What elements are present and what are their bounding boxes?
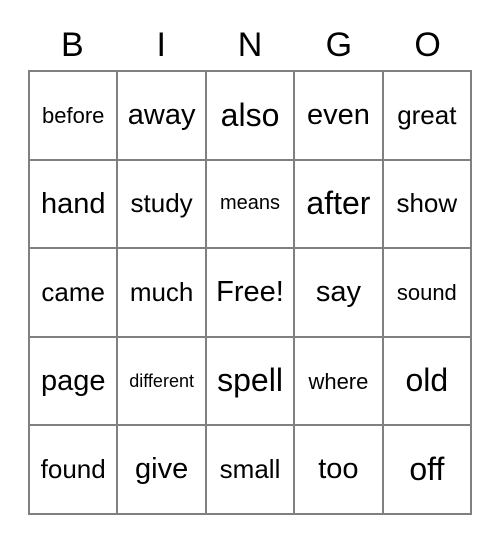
bingo-cell[interactable]: say xyxy=(295,249,384,338)
bingo-cell-label: found xyxy=(40,454,106,485)
bingo-cell[interactable]: hand xyxy=(30,160,119,250)
bingo-cell-label: after xyxy=(306,185,371,222)
bingo-cell[interactable]: before xyxy=(30,72,119,161)
bingo-cell-label: Free! xyxy=(216,276,284,309)
bingo-cell-label: where xyxy=(308,368,369,394)
bingo-header-row: B I N G O xyxy=(28,20,472,70)
bingo-cell[interactable]: off xyxy=(383,426,473,515)
bingo-header-letter-o: O xyxy=(414,26,441,64)
bingo-cell-label: old xyxy=(405,362,449,399)
bingo-grid: before away also even great hand study m… xyxy=(28,70,473,515)
bingo-row: found give small too off xyxy=(30,426,473,515)
bingo-cell-label: give xyxy=(135,453,189,486)
bingo-cell[interactable]: small xyxy=(206,426,296,515)
bingo-cell[interactable]: show xyxy=(383,160,473,250)
bingo-cell-label: came xyxy=(41,276,105,307)
bingo-cell[interactable]: away xyxy=(118,72,207,161)
bingo-cell[interactable]: different xyxy=(118,337,207,427)
bingo-header-letter-b: B xyxy=(61,26,84,64)
bingo-cell[interactable]: also xyxy=(206,72,296,161)
bingo-cell[interactable]: great xyxy=(383,72,473,161)
bingo-cell-label: page xyxy=(40,364,106,397)
bingo-cell[interactable]: page xyxy=(30,337,119,427)
bingo-cell-label: off xyxy=(409,450,445,487)
bingo-cell-label: also xyxy=(220,96,280,133)
bingo-cell-label: even xyxy=(306,99,370,132)
bingo-cell[interactable]: spell xyxy=(206,337,296,427)
bingo-cell-label: too xyxy=(318,453,359,486)
bingo-cell[interactable]: old xyxy=(383,337,473,427)
bingo-cell-label: say xyxy=(315,276,361,309)
bingo-header-letter-i: I xyxy=(156,26,166,64)
bingo-header-letter-n: N xyxy=(237,26,263,64)
bingo-cell-label: study xyxy=(130,188,193,219)
bingo-cell-label: small xyxy=(219,454,281,485)
bingo-cell-free[interactable]: Free! xyxy=(206,249,296,338)
bingo-cell[interactable]: even xyxy=(295,72,384,161)
bingo-card: B I N G O before away also even great ha… xyxy=(0,0,501,544)
bingo-row: before away also even great xyxy=(30,72,473,161)
bingo-cell-label: means xyxy=(220,192,281,215)
bingo-cell[interactable]: too xyxy=(295,426,384,515)
bingo-cell[interactable]: study xyxy=(118,160,207,250)
bingo-cell[interactable]: after xyxy=(295,160,384,250)
bingo-cell[interactable]: much xyxy=(118,249,207,338)
bingo-cell[interactable]: sound xyxy=(383,249,473,338)
bingo-cell[interactable]: give xyxy=(118,426,207,515)
bingo-cell-label: hand xyxy=(40,187,106,220)
bingo-cell-label: great xyxy=(397,99,457,130)
bingo-row: page different spell where old xyxy=(30,337,473,427)
bingo-cell[interactable]: means xyxy=(206,160,296,250)
bingo-cell[interactable]: found xyxy=(30,426,119,515)
bingo-row: came much Free! say sound xyxy=(30,249,473,338)
bingo-cell[interactable]: where xyxy=(295,337,384,427)
bingo-cell-label: before xyxy=(42,102,105,128)
bingo-cell-label: away xyxy=(127,99,196,132)
bingo-cell-label: show xyxy=(396,188,458,219)
bingo-cell[interactable]: came xyxy=(30,249,119,338)
bingo-cell-label: different xyxy=(129,370,194,391)
bingo-header-letter-g: G xyxy=(325,26,353,64)
bingo-cell-label: sound xyxy=(396,279,457,305)
bingo-cell-label: spell xyxy=(217,362,283,399)
bingo-cell-label: much xyxy=(129,276,194,307)
bingo-row: hand study means after show xyxy=(30,160,473,250)
